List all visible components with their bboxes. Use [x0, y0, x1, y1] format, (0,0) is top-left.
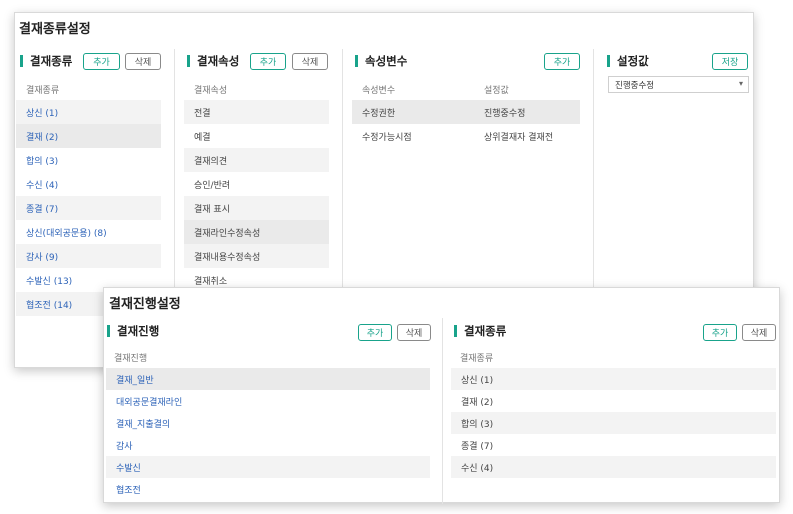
- approval-progress-settings-panel: 결재진행설정 결재진행 추가 삭제 결재진행 결재_일반 대외공문결재라인 결재…: [103, 287, 780, 504]
- list-item[interactable]: 감사: [106, 434, 430, 456]
- column-header-variable: 속성변수: [362, 86, 396, 96]
- column-header: 결재속성: [194, 86, 228, 96]
- column-header: 결재종류: [460, 354, 494, 364]
- panel-title: 결재종류설정: [19, 22, 91, 37]
- divider: [442, 318, 443, 504]
- list-item[interactable]: 수신 (4): [451, 456, 776, 478]
- list-item[interactable]: 수신 (4): [16, 172, 161, 196]
- section-title: 결재속성: [197, 54, 240, 68]
- approval-type-list: 상신 (1) 결재 (2) 합의 (3) 종결 (7) 수신 (4): [451, 368, 776, 478]
- select-value: 진행중수정: [615, 80, 655, 91]
- section-marker: [20, 55, 23, 67]
- add-attribute-button[interactable]: 추가: [250, 53, 286, 70]
- delete-approval-type-button[interactable]: 삭제: [742, 324, 776, 341]
- table-row[interactable]: 수정권한 진행중수정: [352, 100, 580, 124]
- list-item[interactable]: 수발신: [106, 456, 430, 478]
- section-header-approval-type: 결재종류: [20, 51, 72, 71]
- approval-attribute-list: 전결 예결 결재의견 승인/반려 결재 표시 결재라인수정속성 결재내용수정속성…: [184, 100, 329, 292]
- value-cell: 진행중수정: [484, 108, 526, 119]
- add-variable-button[interactable]: 추가: [544, 53, 580, 70]
- column-header-value: 설정값: [484, 86, 509, 96]
- list-item[interactable]: 승인/반려: [184, 172, 329, 196]
- list-item[interactable]: 대외공문결재라인: [106, 390, 430, 412]
- setting-value-select[interactable]: 진행중수정 ▾: [608, 76, 749, 93]
- section-header-attribute-variable: 속성변수: [355, 51, 407, 71]
- list-item[interactable]: 결재 표시: [184, 196, 329, 220]
- approval-type-list: 상신 (1) 결재 (2) 합의 (3) 수신 (4) 종결 (7) 상신(대외…: [16, 100, 161, 316]
- list-item[interactable]: 상신 (1): [451, 368, 776, 390]
- list-item[interactable]: 결재라인수정속성: [184, 220, 329, 244]
- variable-cell: 수정권한: [362, 108, 396, 119]
- delete-progress-button[interactable]: 삭제: [397, 324, 431, 341]
- list-item[interactable]: 감사 (9): [16, 244, 161, 268]
- section-marker: [607, 55, 610, 67]
- attribute-variable-table: 수정권한 진행중수정 수정가능시점 상위결재자 결재전: [352, 100, 580, 148]
- list-item[interactable]: 결재의견: [184, 148, 329, 172]
- table-row[interactable]: 수정가능시점 상위결재자 결재전: [352, 124, 580, 148]
- section-header-setting-value: 설정값: [607, 51, 649, 71]
- list-item[interactable]: 결재 (2): [451, 390, 776, 412]
- list-item[interactable]: 합의 (3): [451, 412, 776, 434]
- list-item[interactable]: 전결: [184, 100, 329, 124]
- column-header: 결재진행: [114, 354, 148, 364]
- list-item[interactable]: 결재 (2): [16, 124, 161, 148]
- panel-title: 결재진행설정: [109, 297, 181, 312]
- section-title: 결재종류: [30, 54, 73, 68]
- section-marker: [107, 325, 110, 337]
- list-item[interactable]: 협조전: [106, 478, 430, 500]
- section-title: 설정값: [617, 54, 649, 68]
- list-item[interactable]: 상신(대외공문용) (8): [16, 220, 161, 244]
- add-progress-button[interactable]: 추가: [358, 324, 392, 341]
- list-item[interactable]: 종결 (7): [451, 434, 776, 456]
- section-title: 속성변수: [365, 54, 408, 68]
- list-item[interactable]: 결재_일반: [106, 368, 430, 390]
- section-header-approval-attribute: 결재속성: [187, 51, 239, 71]
- delete-approval-type-button[interactable]: 삭제: [125, 53, 161, 70]
- delete-attribute-button[interactable]: 삭제: [292, 53, 328, 70]
- chevron-down-icon: ▾: [738, 79, 743, 88]
- list-item[interactable]: 상신 (1): [16, 100, 161, 124]
- section-title: 결재종류: [464, 324, 507, 338]
- add-approval-type-button[interactable]: 추가: [703, 324, 737, 341]
- save-button[interactable]: 저장: [712, 53, 748, 70]
- section-header-approval-type: 결재종류: [454, 321, 506, 341]
- section-marker: [187, 55, 190, 67]
- list-item[interactable]: 결재내용수정속성: [184, 244, 329, 268]
- list-item[interactable]: 종결 (7): [16, 196, 161, 220]
- section-title: 결재진행: [117, 324, 160, 338]
- variable-cell: 수정가능시점: [362, 132, 412, 143]
- list-item[interactable]: 결재_지출결의: [106, 412, 430, 434]
- section-marker: [454, 325, 457, 337]
- section-header-approval-progress: 결재진행: [107, 321, 159, 341]
- list-item[interactable]: 예결: [184, 124, 329, 148]
- add-approval-type-button[interactable]: 추가: [83, 53, 120, 70]
- column-header: 결재종류: [26, 86, 60, 96]
- list-item[interactable]: 합의 (3): [16, 148, 161, 172]
- section-marker: [355, 55, 358, 67]
- value-cell: 상위결재자 결재전: [484, 132, 554, 143]
- approval-progress-list: 결재_일반 대외공문결재라인 결재_지출결의 감사 수발신 협조전: [106, 368, 430, 500]
